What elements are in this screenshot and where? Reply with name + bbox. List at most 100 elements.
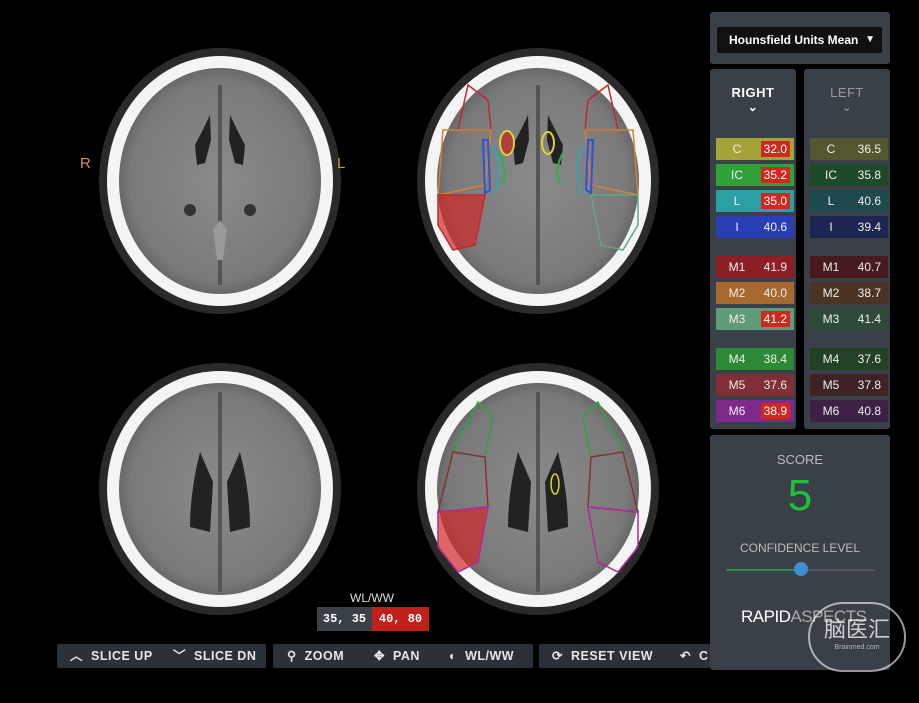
wlww-preset[interactable]: 40, 80 bbox=[372, 607, 429, 631]
region-label: M3 bbox=[822, 312, 840, 326]
region-label: M4 bbox=[822, 352, 840, 366]
region-label: M2 bbox=[728, 286, 746, 300]
zoom-label: ZOOM bbox=[304, 649, 345, 663]
region-row-left-m2[interactable]: M2 38.7 bbox=[810, 282, 888, 304]
region-value: 32.0 bbox=[760, 141, 790, 157]
region-row-right-m3[interactable]: M3 41.2 bbox=[716, 308, 794, 330]
ct-scan-bottom-left[interactable] bbox=[95, 362, 345, 617]
region-row-right-m5[interactable]: M5 37.6 bbox=[716, 374, 794, 396]
ct-scan-top-left[interactable] bbox=[95, 45, 345, 317]
region-value: 37.8 bbox=[857, 378, 881, 392]
wlww-current[interactable]: 35, 35 bbox=[317, 607, 372, 631]
region-label: C bbox=[732, 142, 742, 156]
region-label: L bbox=[827, 194, 835, 208]
region-value: 37.6 bbox=[763, 378, 787, 392]
left-column-header[interactable]: LEFT ⌄ bbox=[804, 85, 890, 114]
region-value: 40.8 bbox=[857, 404, 881, 418]
region-row-left-m6[interactable]: M6 40.8 bbox=[810, 400, 888, 422]
region-row-left-i[interactable]: I 39.4 bbox=[810, 216, 888, 238]
region-row-left-ic[interactable]: IC 35.8 bbox=[810, 164, 888, 186]
undo-icon: ↶ bbox=[680, 649, 691, 663]
region-value: 41.4 bbox=[857, 312, 881, 326]
wlww-values: 35, 35 40, 80 bbox=[317, 607, 429, 631]
watermark-subtext: Brainmed.com bbox=[834, 644, 880, 651]
region-row-right-m2[interactable]: M2 40.0 bbox=[716, 282, 794, 304]
score-label: SCORE bbox=[776, 452, 824, 467]
metric-dropdown[interactable]: Hounsfield Units Mean ▼ bbox=[717, 27, 882, 53]
region-label: I bbox=[735, 220, 739, 234]
region-row-right-m1[interactable]: M1 41.9 bbox=[716, 256, 794, 278]
left-column-title: LEFT bbox=[830, 85, 864, 100]
zoom-button[interactable]: ⚲ ZOOM bbox=[287, 644, 344, 668]
region-row-right-l[interactable]: L 35.0 bbox=[716, 190, 794, 212]
region-value: 38.4 bbox=[763, 352, 787, 366]
truncated-button[interactable]: ↶ C bbox=[680, 644, 709, 668]
chevron-down-icon: ⌄ bbox=[747, 100, 759, 114]
region-label: L bbox=[733, 194, 741, 208]
region-row-left-m4[interactable]: M4 37.6 bbox=[810, 348, 888, 370]
region-row-left-m1[interactable]: M1 40.7 bbox=[810, 256, 888, 278]
slice-toolbar: ︿ SLICE UP ﹀ SLICE DN bbox=[57, 644, 266, 668]
region-row-left-m5[interactable]: M5 37.8 bbox=[810, 374, 888, 396]
left-hemisphere-column: LEFT ⌄ C 36.5 IC 35.8 L 40.6 I 39.4 M1 40.7 M2 38.7… bbox=[804, 69, 890, 429]
region-row-left-l[interactable]: L 40.6 bbox=[810, 190, 888, 212]
region-label: M5 bbox=[728, 378, 746, 392]
right-hemisphere-column: RIGHT ⌄ C 32.0 IC 35.2 L 35.0 I 40.6 M1 41.9 M2 40.… bbox=[710, 69, 796, 429]
slice-up-button[interactable]: ︿ SLICE UP bbox=[70, 644, 153, 668]
move-icon: ✥ bbox=[374, 649, 385, 663]
region-row-left-c[interactable]: C 36.5 bbox=[810, 138, 888, 160]
reset-view-label: RESET VIEW bbox=[570, 649, 654, 663]
region-value: 39.4 bbox=[857, 220, 881, 234]
slice-dn-label: SLICE DN bbox=[194, 649, 257, 663]
orientation-right-label: R bbox=[80, 155, 91, 172]
confidence-slider[interactable] bbox=[726, 562, 875, 578]
region-value: 40.0 bbox=[763, 286, 787, 300]
metric-dropdown-value: Hounsfield Units Mean bbox=[729, 33, 859, 47]
refresh-icon: ⟳ bbox=[552, 649, 563, 663]
ct-scan-top-right-aspects[interactable] bbox=[413, 45, 663, 317]
ct-scan-bottom-right-aspects[interactable] bbox=[413, 362, 663, 617]
watermark: 脑医汇 Brainmed.com bbox=[808, 602, 906, 672]
confidence-label: CONFIDENCE LEVEL bbox=[739, 541, 861, 555]
wlww-label: WL/WW bbox=[350, 591, 394, 605]
orientation-left-label: L bbox=[337, 155, 346, 172]
region-row-right-ic[interactable]: IC 35.2 bbox=[716, 164, 794, 186]
region-value: 40.6 bbox=[763, 220, 787, 234]
watermark-text: 脑医汇 bbox=[823, 618, 890, 643]
region-row-right-m6[interactable]: M6 38.9 bbox=[716, 400, 794, 422]
chevron-down-icon: ⌄ bbox=[841, 100, 853, 114]
truncated-label: C bbox=[698, 649, 709, 663]
region-row-right-m4[interactable]: M4 38.4 bbox=[716, 348, 794, 370]
region-label: M1 bbox=[728, 260, 746, 274]
region-value: 35.0 bbox=[760, 193, 790, 209]
right-column-header[interactable]: RIGHT ⌄ bbox=[710, 85, 796, 114]
pan-button[interactable]: ✥ PAN bbox=[374, 644, 420, 668]
pan-label: PAN bbox=[392, 649, 420, 663]
region-value: 36.5 bbox=[857, 142, 881, 156]
slice-dn-button[interactable]: ﹀ SLICE DN bbox=[173, 644, 256, 668]
slice-up-label: SLICE UP bbox=[91, 649, 153, 663]
region-value: 38.7 bbox=[857, 286, 881, 300]
right-column-title: RIGHT bbox=[731, 85, 775, 100]
contrast-icon: ◐ bbox=[449, 649, 458, 663]
confidence-slider-handle[interactable] bbox=[793, 562, 808, 576]
wlww-button[interactable]: ◐ WL/WW bbox=[449, 644, 514, 668]
region-label: I bbox=[829, 220, 833, 234]
region-row-left-m3[interactable]: M3 41.4 bbox=[810, 308, 888, 330]
region-value: 37.6 bbox=[857, 352, 881, 366]
region-row-right-c[interactable]: C 32.0 bbox=[716, 138, 794, 160]
region-label: IC bbox=[825, 168, 837, 182]
chevron-down-icon: ▼ bbox=[865, 34, 875, 45]
region-label: M4 bbox=[728, 352, 746, 366]
region-label: M3 bbox=[728, 312, 746, 326]
region-row-right-i[interactable]: I 40.6 bbox=[716, 216, 794, 238]
brand-logo-bold: RAPID bbox=[741, 607, 791, 626]
region-label: M1 bbox=[822, 260, 840, 274]
region-value: 35.8 bbox=[857, 168, 881, 182]
reset-view-button[interactable]: ⟳ RESET VIEW bbox=[552, 644, 653, 668]
reset-toolbar: ⟳ RESET VIEW ↶ C bbox=[539, 644, 710, 668]
region-label: C bbox=[826, 142, 836, 156]
search-icon: ⚲ bbox=[287, 649, 297, 663]
region-value: 38.9 bbox=[760, 403, 790, 419]
region-value: 41.9 bbox=[763, 260, 787, 274]
